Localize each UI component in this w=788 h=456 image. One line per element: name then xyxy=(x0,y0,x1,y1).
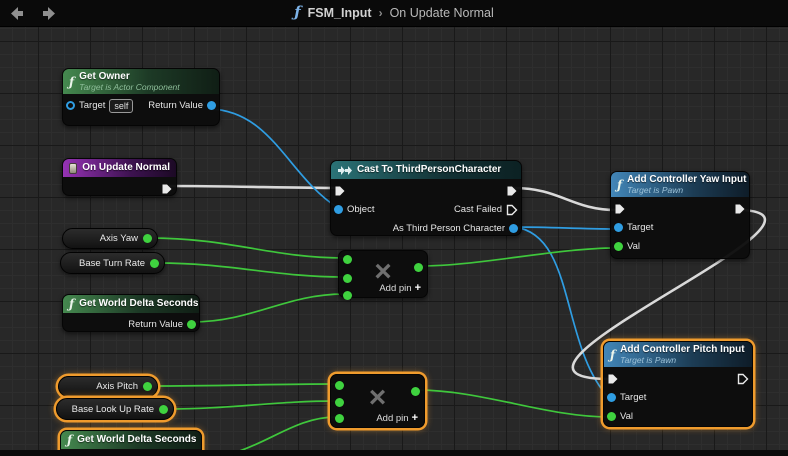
pin-label: Target xyxy=(620,392,647,404)
pin-label: Target xyxy=(79,100,106,112)
pin-label: Cast Failed xyxy=(453,204,502,215)
add-controller-yaw-input-header[interactable]: ƒ Add Controller Yaw Input Target is Pawn xyxy=(611,172,749,198)
variable-label: Base Turn Rate xyxy=(78,257,145,269)
node-subtitle: Target is Pawn xyxy=(620,354,677,365)
function-icon: ƒ xyxy=(617,177,623,192)
node-add-controller-pitch-input[interactable]: ƒ Add Controller Pitch Input Target is Paw… xyxy=(603,341,753,427)
pin-label: Object xyxy=(347,204,375,215)
forward-arrow-icon[interactable] xyxy=(38,6,56,21)
node-title: Cast To ThirdPersonCharacter xyxy=(357,164,502,176)
node-base-look-up-rate[interactable]: Base Look Up Rate xyxy=(56,398,174,420)
cast-to-thirdpersoncharacter-pin-exec-out[interactable] xyxy=(506,185,518,197)
node-multiply-2[interactable]: × Add pin + xyxy=(330,374,425,428)
get-world-delta-seconds-1-pin-return-value[interactable] xyxy=(187,320,196,329)
node-axis-pitch[interactable]: Axis Pitch xyxy=(58,376,158,397)
node-get-owner[interactable]: ƒ Get Owner Target is Actor Component Targe… xyxy=(62,68,220,126)
get-owner-pin-return-value[interactable] xyxy=(207,101,216,111)
event-icon xyxy=(69,162,78,174)
node-subtitle: Target is Actor Component xyxy=(79,81,180,92)
function-icon: ƒ xyxy=(610,347,616,362)
get-owner-pin-target[interactable] xyxy=(66,101,75,111)
node-title: On Update Normal xyxy=(82,162,170,174)
multiply-2-pin-in-3[interactable] xyxy=(335,414,344,423)
breadcrumb-blueprint-name: FSM_Input xyxy=(307,6,372,20)
get-owner-header[interactable]: ƒ Get Owner Target is Actor Component xyxy=(63,69,219,95)
multiply-1-add-pin-button[interactable]: Add pin + xyxy=(379,282,421,294)
node-title: Get World Delta Seconds xyxy=(79,298,199,310)
pin-label: Return Value xyxy=(148,100,203,112)
add-controller-yaw-input-pin-exec-in[interactable] xyxy=(614,203,626,215)
multiply-glyph: × xyxy=(368,381,387,415)
cast-to-thirdpersoncharacter-pin-as-third-person-character[interactable] xyxy=(509,224,518,233)
cast-to-thirdpersoncharacter-header[interactable]: Cast To ThirdPersonCharacter xyxy=(331,161,521,179)
axis-yaw-pin-out[interactable] xyxy=(143,234,152,243)
multiply-1-pin-in-3[interactable] xyxy=(343,291,352,300)
base-look-up-rate-pin-out[interactable] xyxy=(159,404,168,414)
get-world-delta-seconds-2-header[interactable]: ƒ Get World Delta Seconds xyxy=(61,431,201,449)
node-title: Add Controller Yaw Input xyxy=(627,174,747,185)
window-bottom-edge xyxy=(0,450,788,456)
node-get-world-delta-seconds-1[interactable]: ƒ Get World Delta Seconds Return Value xyxy=(62,294,200,332)
cast-to-thirdpersoncharacter-pin-cast-failed[interactable] xyxy=(506,204,518,216)
node-multiply-1[interactable]: × Add pin + xyxy=(338,250,428,300)
blueprint-editor: ƒ Get Owner Target is Actor Component Targe… xyxy=(0,0,788,456)
add-controller-pitch-input-header[interactable]: ƒ Add Controller Pitch Input Target is Paw… xyxy=(604,342,752,368)
cast-to-thirdpersoncharacter-pin-object[interactable] xyxy=(334,205,343,214)
function-icon: ƒ xyxy=(69,297,75,311)
blueprint-graph-canvas[interactable]: ƒ Get Owner Target is Actor Component Targe… xyxy=(0,26,788,456)
cast-to-thirdpersoncharacter-pin-exec-in[interactable] xyxy=(334,185,346,197)
node-subtitle: Target is Pawn xyxy=(627,184,684,195)
variable-label: Base Look Up Rate xyxy=(71,403,154,415)
function-icon: ƒ xyxy=(294,3,301,21)
multiply-2-add-pin-button[interactable]: Add pin + xyxy=(376,412,418,424)
node-cast-to-thirdpersoncharacter[interactable]: Cast To ThirdPersonCharacter Object Cast F… xyxy=(330,160,522,236)
pin-label: As Third Person Character xyxy=(392,223,505,234)
add-controller-pitch-input-pin-val[interactable] xyxy=(607,412,616,422)
breadcrumb: ƒ FSM_Input › On Update Normal xyxy=(0,0,788,26)
node-on-update-normal[interactable]: On Update Normal xyxy=(62,158,177,196)
variable-label: Axis Yaw xyxy=(99,233,138,244)
back-arrow-icon[interactable] xyxy=(10,6,28,21)
node-axis-yaw[interactable]: Axis Yaw xyxy=(62,228,158,249)
base-turn-rate-pin-out[interactable] xyxy=(150,258,159,268)
pin-label: Val xyxy=(620,411,634,423)
node-add-controller-yaw-input[interactable]: ƒ Add Controller Yaw Input Target is Pawn T… xyxy=(610,171,750,259)
node-base-turn-rate[interactable]: Base Turn Rate xyxy=(60,252,165,274)
breadcrumb-graph-name: On Update Normal xyxy=(389,6,494,20)
function-icon: ƒ xyxy=(69,74,75,89)
on-update-normal-pin-exec-out[interactable] xyxy=(161,183,173,195)
node-title: Get Owner xyxy=(79,71,130,82)
node-title: Add Controller Pitch Input xyxy=(620,344,745,355)
graph-title-bar: ƒ FSM_Input › On Update Normal xyxy=(0,0,788,27)
axis-pitch-pin-out[interactable] xyxy=(143,382,152,391)
pin-label: Val xyxy=(627,241,641,253)
add-controller-pitch-input-pin-exec-in[interactable] xyxy=(607,373,619,385)
node-title: Get World Delta Seconds xyxy=(77,434,197,446)
add-controller-pitch-input-pin-exec-out[interactable] xyxy=(737,373,749,385)
add-controller-pitch-input-pin-target[interactable] xyxy=(607,393,616,403)
get-world-delta-seconds-1-header[interactable]: ƒ Get World Delta Seconds xyxy=(63,295,199,313)
add-controller-yaw-input-pin-exec-out[interactable] xyxy=(734,203,746,215)
add-controller-yaw-input-pin-val[interactable] xyxy=(614,242,623,252)
pin-label: Return Value xyxy=(128,319,183,330)
add-controller-yaw-input-pin-target[interactable] xyxy=(614,223,623,233)
function-icon: ƒ xyxy=(67,433,73,447)
cast-icon xyxy=(338,165,352,175)
variable-label: Axis Pitch xyxy=(96,381,138,392)
on-update-normal-header[interactable]: On Update Normal xyxy=(63,159,176,177)
breadcrumb-separator: › xyxy=(378,6,383,20)
pin-label: Target xyxy=(627,222,654,234)
get-owner-literal-self[interactable]: self xyxy=(109,98,134,113)
